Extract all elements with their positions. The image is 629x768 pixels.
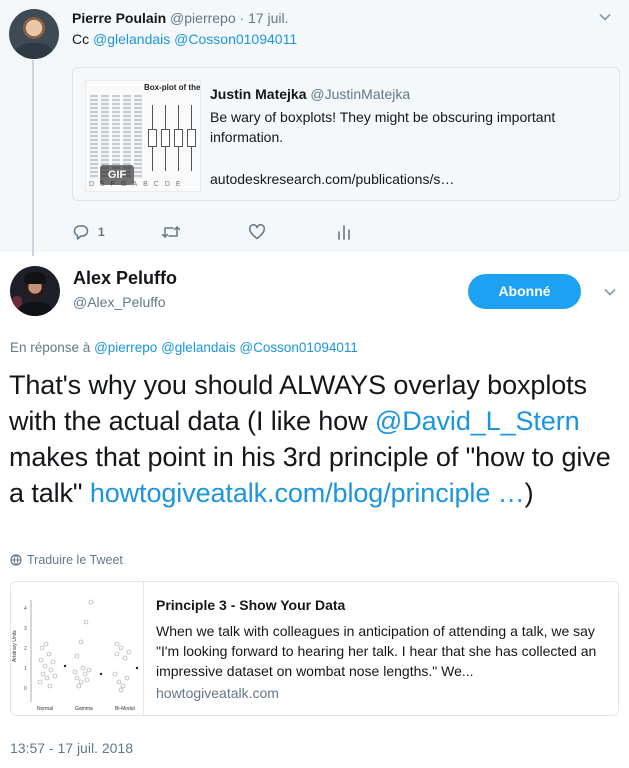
reply-count: 1 <box>98 225 105 239</box>
media-title: Box-plot of the <box>144 83 201 92</box>
avatar-hair <box>24 272 46 284</box>
svg-text:Gamma: Gamma <box>75 706 93 712</box>
thread-connector-line <box>32 60 34 256</box>
media-data-strip <box>134 95 142 179</box>
svg-text:1: 1 <box>24 666 27 672</box>
svg-text:4: 4 <box>24 606 27 612</box>
gif-badge: GIF <box>100 165 134 185</box>
analytics-button[interactable] <box>336 222 352 242</box>
quoted-tweet-media[interactable]: Box-plot of the DEFGABCDE GIF <box>85 80 201 192</box>
reply-to-prefix: En réponse à <box>10 340 91 355</box>
reply-button[interactable]: 1 <box>72 222 105 242</box>
tweet-text: That's why you should ALWAYS overlay box… <box>9 367 621 511</box>
tweet-actions: 1 <box>72 222 372 242</box>
author-handle[interactable]: @pierrepo <box>170 10 236 26</box>
following-button[interactable]: Abonné <box>468 274 581 309</box>
mention-link[interactable]: @Cosson01094011 <box>174 31 297 47</box>
svg-text:2: 2 <box>24 646 27 652</box>
chevron-down-icon[interactable] <box>598 10 612 24</box>
globe-icon <box>10 554 27 566</box>
translate-label: Traduire le Tweet <box>27 553 123 567</box>
author-handle[interactable]: @Alex_Peluffo <box>73 294 166 310</box>
avatar-body <box>18 302 52 316</box>
svg-text:0: 0 <box>24 686 27 692</box>
quoted-tweet-url[interactable]: autodeskresearch.com/publications/s… <box>210 169 454 189</box>
retweet-icon <box>161 223 181 241</box>
card-title[interactable]: Principle 3 - Show Your Data <box>156 597 345 613</box>
mention-link[interactable]: @pierrepo <box>94 340 157 355</box>
separator: · <box>239 10 245 26</box>
quoted-tweet-text: Be wary of boxplots! They might be obscu… <box>210 109 556 145</box>
quoted-author-name[interactable]: Justin Matejka <box>210 86 306 102</box>
avatar[interactable] <box>9 9 59 59</box>
media-data-strip <box>90 95 98 179</box>
media-boxplot <box>187 129 196 147</box>
analytics-icon <box>336 223 352 241</box>
tweet-text-part: ) <box>524 478 534 508</box>
tweet-date[interactable]: 17 juil. <box>248 10 288 26</box>
svg-text:Normal: Normal <box>37 706 53 712</box>
tweet-timestamp[interactable]: 13:57 - 17 juil. 2018 <box>10 740 133 756</box>
card-thumbnail: Arbitrary Units 0 1 2 3 4 Normal Gamma B… <box>11 582 144 715</box>
translate-tweet-link[interactable]: Traduire le Tweet <box>10 553 123 567</box>
media-boxplot <box>174 129 183 147</box>
svg-text:Bi-Modal: Bi-Modal <box>115 706 135 712</box>
like-icon <box>248 223 266 241</box>
cc-prefix: Cc <box>72 31 90 47</box>
like-button[interactable] <box>248 222 266 242</box>
reply-icon <box>72 223 90 241</box>
card-description: When we talk with colleagues in anticipa… <box>156 623 597 679</box>
mention-link[interactable]: @David_L_Stern <box>375 406 580 436</box>
mention-link[interactable]: @Cosson01094011 <box>239 340 358 355</box>
card-domain: howtogiveatalk.com <box>156 685 279 701</box>
tweet-url-link[interactable]: howtogiveatalk.com/blog/principle … <box>90 478 525 508</box>
author-name[interactable]: Alex Peluffo <box>73 268 177 289</box>
card-thumbnail-plot: Arbitrary Units 0 1 2 3 4 Normal Gamma B… <box>12 599 139 712</box>
parent-tweet-header: Pierre Poulain @pierrepo · 17 juil. <box>72 9 289 27</box>
quoted-tweet[interactable]: Box-plot of the DEFGABCDE GIF Justin Mat… <box>72 67 620 201</box>
chevron-down-icon[interactable] <box>603 285 617 299</box>
mention-link[interactable]: @glelandais <box>93 31 170 47</box>
retweet-button[interactable] <box>161 222 181 242</box>
author-name[interactable]: Pierre Poulain <box>72 10 166 26</box>
plot-ylabel: Arbitrary Units <box>12 630 18 662</box>
link-preview-card[interactable]: Arbitrary Units 0 1 2 3 4 Normal Gamma B… <box>10 581 619 716</box>
reply-context: En réponse à @pierrepo @glelandais @Coss… <box>10 340 358 355</box>
quoted-author-handle[interactable]: @JustinMatejka <box>310 86 410 102</box>
media-boxplot <box>161 129 170 147</box>
mention-link[interactable]: @glelandais <box>161 340 236 355</box>
avatar-shirt <box>15 43 53 59</box>
quoted-tweet-author: Justin Matejka @JustinMatejka <box>210 85 410 103</box>
svg-text:3: 3 <box>24 626 27 632</box>
parent-tweet-text: Cc @glelandais @Cosson01094011 <box>72 30 297 48</box>
parent-tweet[interactable]: Pierre Poulain @pierrepo · 17 juil. Cc @… <box>0 0 629 256</box>
avatar[interactable] <box>10 266 60 316</box>
media-boxplot <box>148 129 157 147</box>
